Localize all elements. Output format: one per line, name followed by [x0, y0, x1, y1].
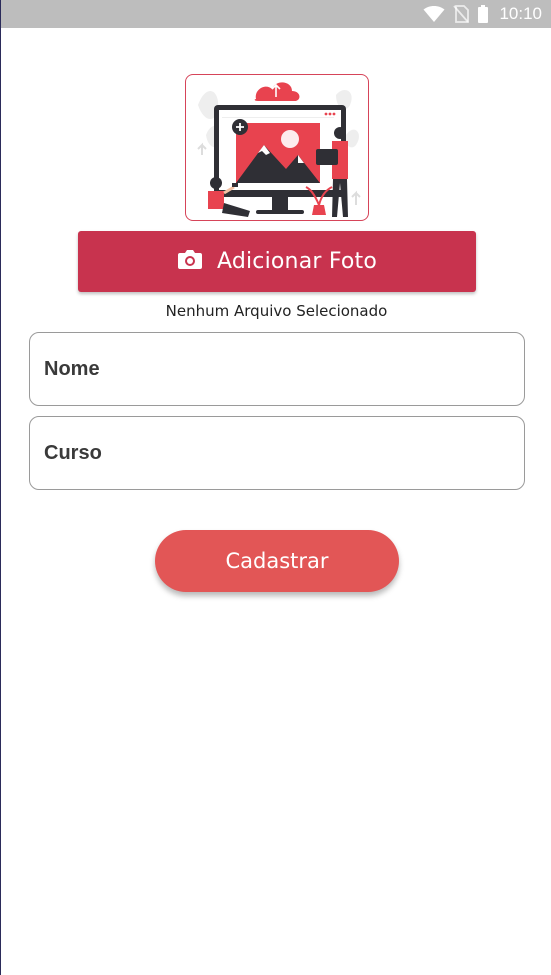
no-sim-icon [453, 5, 470, 23]
file-status-text: Nenhum Arquivo Selecionado [165, 302, 388, 320]
screen: 10:10 Adicionar Foto Nenhum Arquivo Sele… [0, 0, 551, 975]
nome-placeholder: Nome [44, 357, 100, 380]
status-bar: 10:10 [1, 0, 551, 28]
cadastrar-label: Cadastrar [225, 549, 329, 573]
add-photo-button[interactable]: Adicionar Foto [78, 231, 476, 292]
camera-icon [177, 248, 203, 275]
battery-icon [477, 5, 489, 23]
photo-upload-illustration [185, 74, 369, 221]
nome-field[interactable]: Nome [29, 332, 525, 406]
status-time: 10:10 [499, 4, 542, 23]
curso-placeholder: Curso [44, 441, 102, 464]
cadastrar-button[interactable]: Cadastrar [155, 530, 399, 592]
wifi-icon [423, 5, 445, 23]
add-photo-label: Adicionar Foto [216, 249, 378, 274]
curso-field[interactable]: Curso [29, 416, 525, 490]
